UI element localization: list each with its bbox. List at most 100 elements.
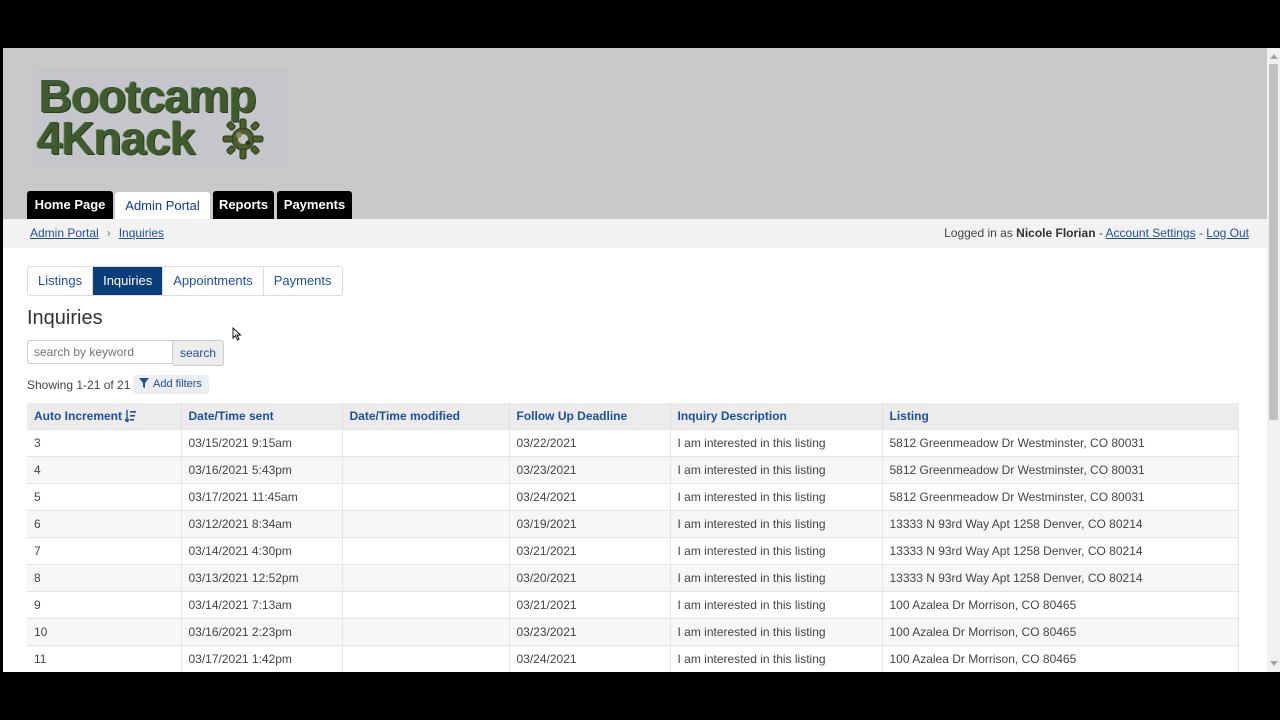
cell-date-sent: 03/15/2021 9:15am: [181, 429, 343, 457]
table-row[interactable]: 5 03/17/2021 11:45am 03/24/2021 I am intere…: [27, 483, 1239, 511]
cell-date-sent: 03/16/2021 2:23pm: [181, 618, 343, 646]
add-filters-button[interactable]: Add filters: [133, 375, 209, 394]
cell-inquiry-description: I am interested in this listing: [670, 591, 883, 619]
table-header-row: Auto Increment Date/Time sent Date/Time …: [27, 403, 1239, 430]
column-header-date-modified[interactable]: Date/Time modified: [342, 403, 510, 430]
cell-listing: 100 Azalea Dr Morrison, CO 80465: [882, 645, 1239, 672]
cell-follow-up-deadline: 03/23/2021: [509, 618, 671, 646]
add-filters-label: Add filters: [153, 378, 202, 390]
cell-auto-increment: 11: [27, 645, 182, 672]
logo-line2: 4Knack: [37, 112, 196, 164]
column-header-date-sent[interactable]: Date/Time sent: [181, 403, 343, 430]
site-header: Bootcamp 4Knack Home Page Admin Portal R…: [3, 48, 1267, 219]
account-info: Logged in as Nicole Florian - Account Se…: [944, 226, 1249, 240]
table-row[interactable]: 6 03/12/2021 8:34am 03/19/2021 I am interes…: [27, 510, 1239, 538]
cell-auto-increment: 4: [27, 456, 182, 484]
cell-inquiry-description: I am interested in this listing: [670, 645, 883, 672]
cell-follow-up-deadline: 03/23/2021: [509, 456, 671, 484]
cell-listing: 100 Azalea Dr Morrison, CO 80465: [882, 618, 1239, 646]
separator: -: [1098, 226, 1103, 240]
nav-admin-portal[interactable]: Admin Portal: [115, 192, 210, 219]
nav-reports[interactable]: Reports: [213, 191, 274, 219]
cell-listing: 5812 Greenmeadow Dr Westminster, CO 8003…: [882, 483, 1239, 511]
column-header-follow-up-deadline[interactable]: Follow Up Deadline: [509, 403, 671, 430]
search-button[interactable]: search: [173, 340, 224, 366]
logged-in-label: Logged in as: [944, 226, 1013, 240]
search-input[interactable]: [27, 340, 173, 364]
cell-date-modified: [342, 591, 510, 619]
account-settings-link[interactable]: Account Settings: [1106, 226, 1196, 240]
cell-date-sent: 03/17/2021 11:45am: [181, 483, 343, 511]
cell-date-modified: [342, 429, 510, 457]
cell-inquiry-description: I am interested in this listing: [670, 483, 883, 511]
cell-inquiry-description: I am interested in this listing: [670, 510, 883, 538]
cell-date-modified: [342, 564, 510, 592]
cell-listing: 5812 Greenmeadow Dr Westminster, CO 8003…: [882, 429, 1239, 457]
user-name: Nicole Florian: [1016, 226, 1096, 240]
nav-home-page[interactable]: Home Page: [27, 191, 113, 219]
cell-date-modified: [342, 483, 510, 511]
cell-follow-up-deadline: 03/21/2021: [509, 537, 671, 565]
table-row[interactable]: 9 03/14/2021 7:13am 03/21/2021 I am interes…: [27, 591, 1239, 619]
cell-follow-up-deadline: 03/21/2021: [509, 591, 671, 619]
mouse-cursor-icon: [232, 327, 242, 341]
cell-auto-increment: 6: [27, 510, 182, 538]
cell-follow-up-deadline: 03/24/2021: [509, 483, 671, 511]
column-header-listing[interactable]: Listing: [882, 403, 1239, 430]
section-tabs: Listings Inquiries Appointments Payments: [27, 266, 343, 296]
cell-date-sent: 03/14/2021 7:13am: [181, 591, 343, 619]
nav-payments[interactable]: Payments: [277, 191, 352, 219]
cell-date-modified: [342, 537, 510, 565]
cell-listing: 5812 Greenmeadow Dr Westminster, CO 8003…: [882, 456, 1239, 484]
table-row[interactable]: 4 03/16/2021 5:43pm 03/23/2021 I am interes…: [27, 456, 1239, 484]
cell-follow-up-deadline: 03/20/2021: [509, 564, 671, 592]
cell-auto-increment: 10: [27, 618, 182, 646]
cell-date-modified: [342, 510, 510, 538]
tab-payments[interactable]: Payments: [264, 267, 342, 295]
breadcrumb-separator-icon: ›: [106, 226, 111, 240]
cell-follow-up-deadline: 03/22/2021: [509, 429, 671, 457]
camo-gear-icon: [222, 118, 264, 160]
cell-date-sent: 03/12/2021 8:34am: [181, 510, 343, 538]
cell-listing: 13333 N 93rd Way Apt 1258 Denver, CO 802…: [882, 564, 1239, 592]
cell-date-sent: 03/14/2021 4:30pm: [181, 537, 343, 565]
log-out-link[interactable]: Log Out: [1206, 226, 1249, 240]
cell-inquiry-description: I am interested in this listing: [670, 537, 883, 565]
record-count: Showing 1-21 of 21: [27, 378, 131, 392]
tab-appointments[interactable]: Appointments: [163, 267, 264, 295]
tab-listings[interactable]: Listings: [28, 267, 94, 295]
separator: -: [1198, 226, 1203, 240]
page-title: Inquiries: [27, 307, 103, 329]
breadcrumb-bar: Admin Portal › Inquiries Logged in as Nico…: [3, 219, 1267, 248]
filter-icon: [139, 378, 149, 388]
cell-date-sent: 03/13/2021 12:52pm: [181, 564, 343, 592]
cell-inquiry-description: I am interested in this listing: [670, 618, 883, 646]
cell-auto-increment: 8: [27, 564, 182, 592]
cell-date-modified: [342, 456, 510, 484]
scroll-up-icon[interactable]: [1270, 54, 1278, 59]
table-row[interactable]: 11 03/17/2021 1:42pm 03/24/2021 I am intere…: [27, 645, 1239, 672]
browser-viewport: Bootcamp 4Knack Home Page Admin Portal R…: [3, 48, 1267, 672]
vertical-scrollbar[interactable]: [1267, 48, 1280, 672]
inquiries-table: Auto Increment Date/Time sent Date/Time …: [27, 403, 1239, 672]
cell-inquiry-description: I am interested in this listing: [670, 456, 883, 484]
scrollbar-thumb[interactable]: [1269, 64, 1278, 420]
cell-auto-increment: 9: [27, 591, 182, 619]
cell-listing: 13333 N 93rd Way Apt 1258 Denver, CO 802…: [882, 510, 1239, 538]
table-row[interactable]: 7 03/14/2021 4:30pm 03/21/2021 I am interes…: [27, 537, 1239, 565]
breadcrumb-inquiries[interactable]: Inquiries: [119, 226, 164, 240]
column-header-inquiry-description[interactable]: Inquiry Description: [670, 403, 883, 430]
scroll-down-icon[interactable]: [1270, 661, 1278, 666]
breadcrumb-admin-portal[interactable]: Admin Portal: [30, 226, 99, 240]
cell-follow-up-deadline: 03/19/2021: [509, 510, 671, 538]
column-header-auto-increment[interactable]: Auto Increment: [27, 403, 182, 430]
table-row[interactable]: 3 03/15/2021 9:15am 03/22/2021 I am interes…: [27, 429, 1239, 457]
cell-listing: 13333 N 93rd Way Apt 1258 Denver, CO 802…: [882, 537, 1239, 565]
breadcrumb: Admin Portal › Inquiries: [30, 226, 164, 240]
logo[interactable]: Bootcamp 4Knack: [33, 67, 288, 167]
cell-auto-increment: 5: [27, 483, 182, 511]
table-row[interactable]: 8 03/13/2021 12:52pm 03/20/2021 I am intere…: [27, 564, 1239, 592]
table-row[interactable]: 10 03/16/2021 2:23pm 03/23/2021 I am intere…: [27, 618, 1239, 646]
cell-date-modified: [342, 645, 510, 672]
tab-inquiries[interactable]: Inquiries: [93, 267, 164, 295]
